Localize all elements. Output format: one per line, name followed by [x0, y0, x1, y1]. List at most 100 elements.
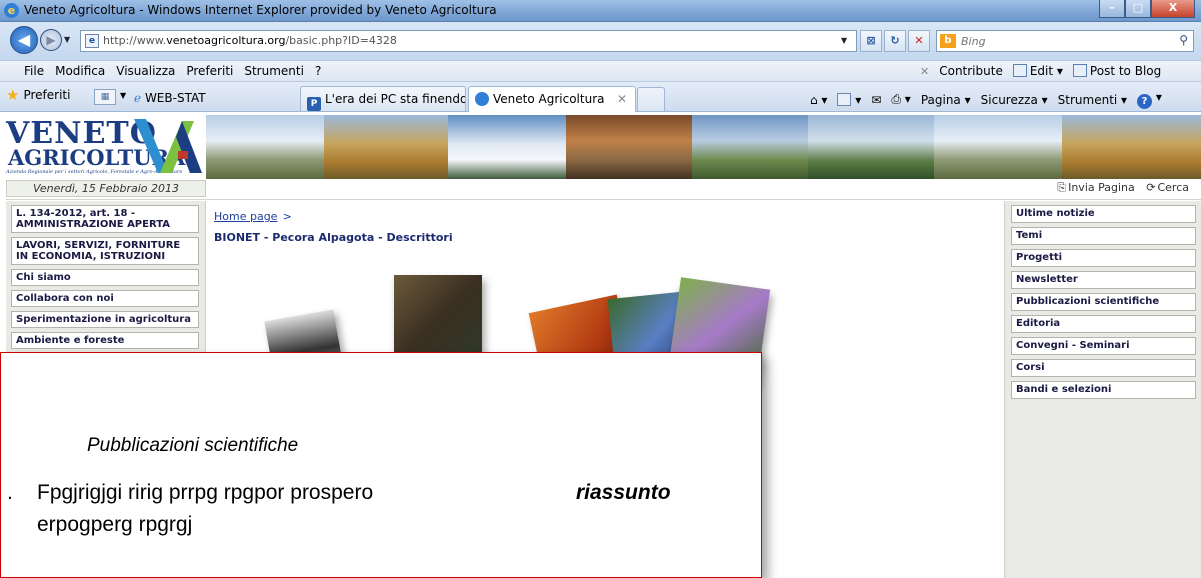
- header-banner: [206, 115, 1201, 179]
- recent-pages-dropdown-icon[interactable]: ▼: [64, 35, 70, 44]
- site-logo[interactable]: VENETO AGRICOLTURA Azienda Regionale per…: [6, 117, 206, 179]
- tab-pc-article[interactable]: P L'era dei PC sta finendo?Si...: [300, 86, 466, 111]
- overlay-line2: erpogperg rpgrgj: [37, 513, 193, 536]
- tab-veneto-agricoltura[interactable]: Veneto Agricoltura ✕: [468, 86, 636, 112]
- overlay-list-number: .: [7, 481, 13, 504]
- url-domain: venetoagricoltura.org: [166, 34, 286, 47]
- nav-item-sperimentazione[interactable]: Sperimentazione in agricoltura: [11, 311, 199, 328]
- stop-icon[interactable]: ✕: [908, 30, 930, 52]
- webstat-label: WEB-STAT: [144, 91, 206, 105]
- url-path: /basic.php?ID=4328: [285, 34, 397, 47]
- contribute-button[interactable]: Contribute: [939, 64, 1003, 78]
- tools-menu[interactable]: Strumenti ▾: [1058, 93, 1127, 107]
- overlay-line1: Fpgjrigjgi ririg prrpg rpgpor prospero: [37, 481, 374, 504]
- nav-item-ambiente-foreste[interactable]: Ambiente e foreste: [11, 332, 199, 349]
- close-tab-icon[interactable]: ✕: [617, 92, 627, 106]
- menu-preferiti[interactable]: Preferiti: [186, 64, 233, 78]
- nav-item-newsletter[interactable]: Newsletter: [1011, 271, 1196, 289]
- page-icon: e: [85, 34, 99, 48]
- address-dropdown-icon[interactable]: ▼: [841, 36, 847, 45]
- overlay-heading: Pubblicazioni scientifiche: [87, 435, 299, 456]
- address-bar[interactable]: e http://www.venetoagricoltura.org/basic…: [80, 30, 857, 52]
- forward-button[interactable]: ▶: [40, 29, 62, 51]
- compatibility-view-icon[interactable]: ⊠: [860, 30, 882, 52]
- nav-item-collabora[interactable]: Collabora con noi: [11, 290, 199, 307]
- url-prefix: http://www.: [103, 34, 167, 47]
- nav-item-convegni[interactable]: Convegni - Seminari: [1011, 337, 1196, 355]
- menu-file[interactable]: File: [24, 64, 44, 78]
- security-menu-label: Sicurezza: [980, 92, 1038, 107]
- minimize-button[interactable]: –: [1099, 0, 1125, 18]
- tab-label: Veneto Agricoltura: [493, 92, 605, 106]
- title-bar: e Veneto Agricoltura - Windows Internet …: [0, 0, 1201, 22]
- p-favicon-icon: P: [307, 97, 321, 111]
- tab-label: L'era dei PC sta finendo?Si...: [325, 92, 465, 106]
- blog-icon: [1072, 64, 1087, 77]
- menu-bar: File Modifica Visualizza Preferiti Strum…: [0, 60, 1201, 82]
- send-page-label: Invia Pagina: [1068, 181, 1135, 194]
- edit-icon: [1012, 64, 1027, 77]
- post-to-blog-button[interactable]: Post to Blog: [1072, 64, 1162, 78]
- search-box[interactable]: b ⚲: [936, 30, 1194, 52]
- ie-logo-icon: e: [4, 3, 19, 18]
- menu-modifica[interactable]: Modifica: [55, 64, 105, 78]
- nav-item-amministrazione-aperta[interactable]: L. 134-2012, art. 18 - AMMINISTRAZIONE A…: [11, 205, 199, 233]
- tabs-bar: ★ Preferiti ▦ ▼ ℯ WEB-STAT P L'era dei PC…: [0, 82, 1201, 112]
- home-icon[interactable]: ⌂ ▾: [810, 93, 827, 107]
- window-title: Veneto Agricoltura - Windows Internet Ex…: [24, 3, 497, 17]
- maximize-button[interactable]: □: [1125, 0, 1151, 18]
- star-icon: ★: [6, 86, 20, 104]
- search-icon[interactable]: ⚲: [1179, 33, 1188, 47]
- browser-window: e Veneto Agricoltura - Windows Internet …: [0, 0, 1201, 578]
- url-text[interactable]: http://www.venetoagricoltura.org/basic.p…: [103, 34, 397, 47]
- nav-item-ultime-notizie[interactable]: Ultime notizie: [1011, 205, 1196, 223]
- menu-help[interactable]: ?: [315, 64, 321, 78]
- quick-tabs-icon[interactable]: ▦: [94, 89, 116, 105]
- nav-item-bandi[interactable]: Bandi e selezioni: [1011, 381, 1196, 399]
- help-icon[interactable]: ? ▾: [1137, 90, 1162, 109]
- security-menu[interactable]: Sicurezza ▾: [981, 93, 1048, 107]
- main-content: Home page > BIONET - Pecora Alpagota - D…: [214, 205, 994, 392]
- nav-item-lavori-servizi[interactable]: LAVORI, SERVIZI, FORNITURE IN ECONOMIA, …: [11, 237, 199, 265]
- ie-favicon-icon: [475, 92, 489, 106]
- print-icon[interactable]: ⎙ ▾: [891, 92, 910, 107]
- tab-list-dropdown-icon[interactable]: ▼: [120, 91, 126, 100]
- logo-va-mark-icon: [134, 119, 202, 173]
- new-tab-button[interactable]: [637, 87, 665, 111]
- search-link[interactable]: ⟳ Cerca: [1146, 181, 1189, 194]
- favorites-button[interactable]: ★ Preferiti: [6, 86, 71, 104]
- breadcrumb-separator: >: [282, 210, 292, 223]
- publication-overlay: Pubblicazioni scientifiche . Fpgjrigjgi …: [0, 352, 762, 578]
- page-menu[interactable]: Pagina ▾: [921, 93, 971, 107]
- nav-item-progetti[interactable]: Progetti: [1011, 249, 1196, 267]
- search-link-label: Cerca: [1157, 181, 1189, 194]
- bing-logo-icon: b: [940, 34, 956, 48]
- ie-page-icon: ℯ: [134, 91, 142, 105]
- nav-item-temi[interactable]: Temi: [1011, 227, 1196, 245]
- mail-icon[interactable]: ✉: [871, 93, 881, 107]
- divider: [6, 199, 1201, 200]
- page-menu-label: Pagina: [920, 92, 961, 107]
- post-label: Post to Blog: [1089, 64, 1162, 78]
- date-display: Venerdì, 15 Febbraio 2013: [6, 180, 206, 197]
- nav-item-pubblicazioni[interactable]: Pubblicazioni scientifiche: [1011, 293, 1196, 311]
- menu-strumenti[interactable]: Strumenti: [244, 64, 304, 78]
- close-window-button[interactable]: X: [1151, 0, 1195, 18]
- send-page-link[interactable]: ⎘ Invia Pagina: [1057, 181, 1134, 194]
- edit-button[interactable]: Edit ▾: [1012, 64, 1063, 78]
- edit-label: Edit: [1029, 64, 1054, 78]
- refresh-icon[interactable]: ↻: [884, 30, 906, 52]
- nav-item-chi-siamo[interactable]: Chi siamo: [11, 269, 199, 286]
- back-button[interactable]: ◀: [10, 26, 38, 54]
- menu-visualizza[interactable]: Visualizza: [116, 64, 175, 78]
- nav-item-corsi[interactable]: Corsi: [1011, 359, 1196, 377]
- page-title: BIONET - Pecora Alpagota - Descrittori: [214, 231, 453, 244]
- feeds-icon[interactable]: ▾: [837, 92, 861, 107]
- webstat-link[interactable]: ℯ WEB-STAT: [134, 91, 206, 105]
- right-navigation: Ultime notizie Temi Progetti Newsletter …: [1004, 201, 1201, 578]
- close-toolbar-icon[interactable]: ✕: [920, 65, 929, 78]
- breadcrumb-home-link[interactable]: Home page: [214, 210, 277, 223]
- search-input[interactable]: [961, 33, 1161, 49]
- nav-item-editoria[interactable]: Editoria: [1011, 315, 1196, 333]
- favorites-label: Preferiti: [23, 88, 71, 102]
